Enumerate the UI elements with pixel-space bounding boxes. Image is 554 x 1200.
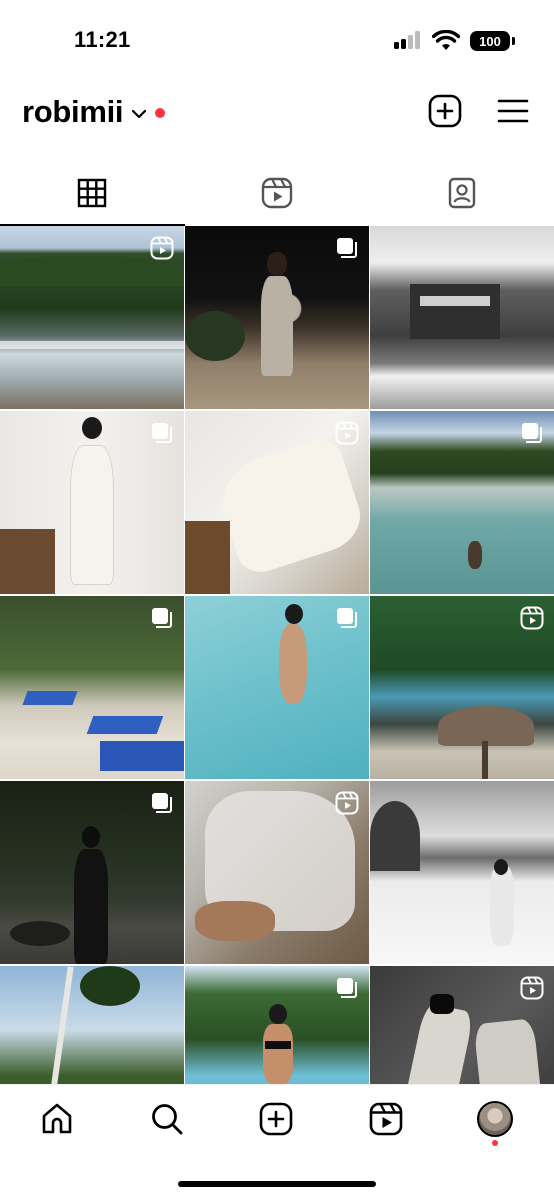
status-icons: 100 [394,30,515,52]
carousel-icon [152,793,172,813]
plus-square-icon [428,94,462,128]
posts-grid [0,226,554,1084]
home-icon [42,1103,72,1134]
nav-profile[interactable] [460,1089,530,1149]
post-tile[interactable] [0,226,184,409]
profile-tabs [0,160,554,226]
reel-icon [150,236,174,260]
profile-header: robimii [0,84,554,144]
post-tile[interactable] [370,781,554,964]
post-tile[interactable] [185,411,369,594]
post-tile[interactable] [185,226,369,409]
post-tile[interactable] [370,966,554,1084]
create-icon [259,1102,293,1136]
carousel-icon [522,423,542,443]
search-icon [151,1104,182,1135]
post-tile[interactable] [185,781,369,964]
status-time: 11:21 [74,27,131,52]
signal-icon [394,31,422,51]
notification-dot [155,108,166,118]
header-actions [428,94,530,128]
menu-button[interactable] [496,94,530,128]
nav-search[interactable] [132,1089,202,1149]
carousel-icon [152,608,172,628]
post-tile[interactable] [185,966,369,1084]
avatar [477,1101,513,1137]
chevron-down-icon [132,109,147,119]
nav-create[interactable] [241,1089,311,1149]
menu-icon [497,99,529,123]
carousel-icon [337,978,357,998]
reel-icon [335,421,359,445]
tab-posts-grid[interactable] [0,160,185,226]
bottom-nav [0,1084,554,1200]
post-tile[interactable] [370,596,554,779]
status-bar: 11:21 100 [0,0,554,84]
grid-icon [78,178,107,208]
reel-icon [520,976,544,1000]
battery-indicator: 100 [470,31,515,51]
reel-icon [520,606,544,630]
tab-reels[interactable] [185,160,370,226]
reels-icon [261,177,293,209]
post-tile[interactable] [0,966,184,1084]
post-tile[interactable] [0,596,184,779]
nav-home[interactable] [22,1089,92,1149]
username: robimii [22,94,124,129]
reel-icon [335,791,359,815]
tagged-icon [448,177,475,209]
carousel-icon [337,238,357,258]
account-switcher[interactable]: robimii [22,94,166,130]
post-tile[interactable] [370,411,554,594]
new-post-button[interactable] [428,94,462,128]
post-tile[interactable] [185,596,369,779]
profile-notification-dot [492,1140,498,1146]
tab-tagged[interactable] [369,160,554,226]
wifi-icon [432,30,460,50]
reels-icon [369,1102,402,1136]
post-tile[interactable] [0,411,184,594]
carousel-icon [152,423,172,443]
carousel-icon [337,608,357,628]
post-tile[interactable] [370,226,554,409]
home-indicator [178,1181,376,1187]
post-tile[interactable] [0,781,184,964]
nav-reels[interactable] [351,1089,421,1149]
